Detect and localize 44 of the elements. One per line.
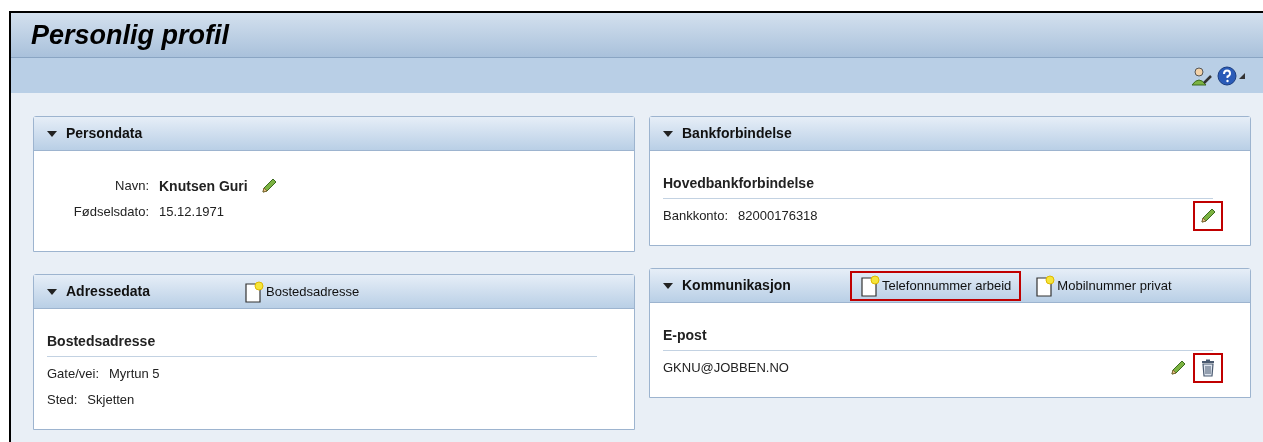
panel-title: Adressedata	[66, 282, 152, 301]
delete-button[interactable]	[1193, 353, 1223, 383]
collapse-toggle[interactable]	[46, 129, 58, 138]
field-value: Skjetten	[87, 391, 135, 410]
person-wrench-icon	[1191, 65, 1213, 86]
personalize-button[interactable]	[1191, 65, 1213, 86]
caret-icon	[1239, 72, 1245, 79]
collapse-toggle[interactable]	[662, 129, 674, 138]
collapse-toggle[interactable]	[46, 287, 58, 296]
new-document-icon	[244, 280, 264, 303]
triangle-down-icon	[663, 129, 673, 138]
field-label: Bankkonto:	[663, 207, 730, 226]
section-heading: Hovedbankforbindelse	[663, 173, 1213, 199]
field-label: Navn:	[114, 177, 150, 196]
panel-title: Kommunikasjon	[682, 276, 792, 295]
pencil-icon	[1199, 207, 1217, 225]
panel-title: Persondata	[66, 124, 144, 143]
triangle-down-icon	[47, 287, 57, 296]
field-value: GKNU@JOBBEN.NO	[663, 359, 789, 378]
triangle-down-icon	[47, 129, 57, 138]
triangle-down-icon	[663, 281, 673, 290]
field-label: Fødselsdato:	[72, 203, 150, 222]
trash-icon	[1200, 359, 1216, 377]
new-document-icon	[1035, 274, 1056, 297]
field-value: 15.12.1971	[159, 203, 225, 222]
panel-title: Bankforbindelse	[682, 124, 793, 143]
field-label: Gate/vei:	[47, 365, 101, 384]
add-button[interactable]: Telefonnummer arbeid	[850, 270, 1022, 301]
pencil-icon	[1169, 359, 1187, 377]
section-heading: Bostedsadresse	[47, 331, 597, 357]
new-document-icon	[860, 274, 880, 297]
field-value: Myrtun 5	[109, 365, 160, 384]
page-title: Personlig profil	[31, 18, 230, 52]
field-value: 82000176318	[738, 207, 818, 226]
field-label: Sted:	[47, 391, 79, 410]
pencil-icon	[259, 177, 278, 195]
section-heading: E-post	[663, 325, 1213, 351]
collapse-toggle[interactable]	[662, 281, 674, 290]
add-button[interactable]: Mobilnummer privat	[1025, 270, 1182, 301]
edit-button[interactable]	[1193, 201, 1223, 231]
field-value: Knutsen Guri	[159, 176, 248, 196]
add-button[interactable]: Bostedsadresse	[234, 276, 370, 307]
help-button[interactable]	[1217, 65, 1245, 86]
help-icon	[1217, 65, 1237, 86]
